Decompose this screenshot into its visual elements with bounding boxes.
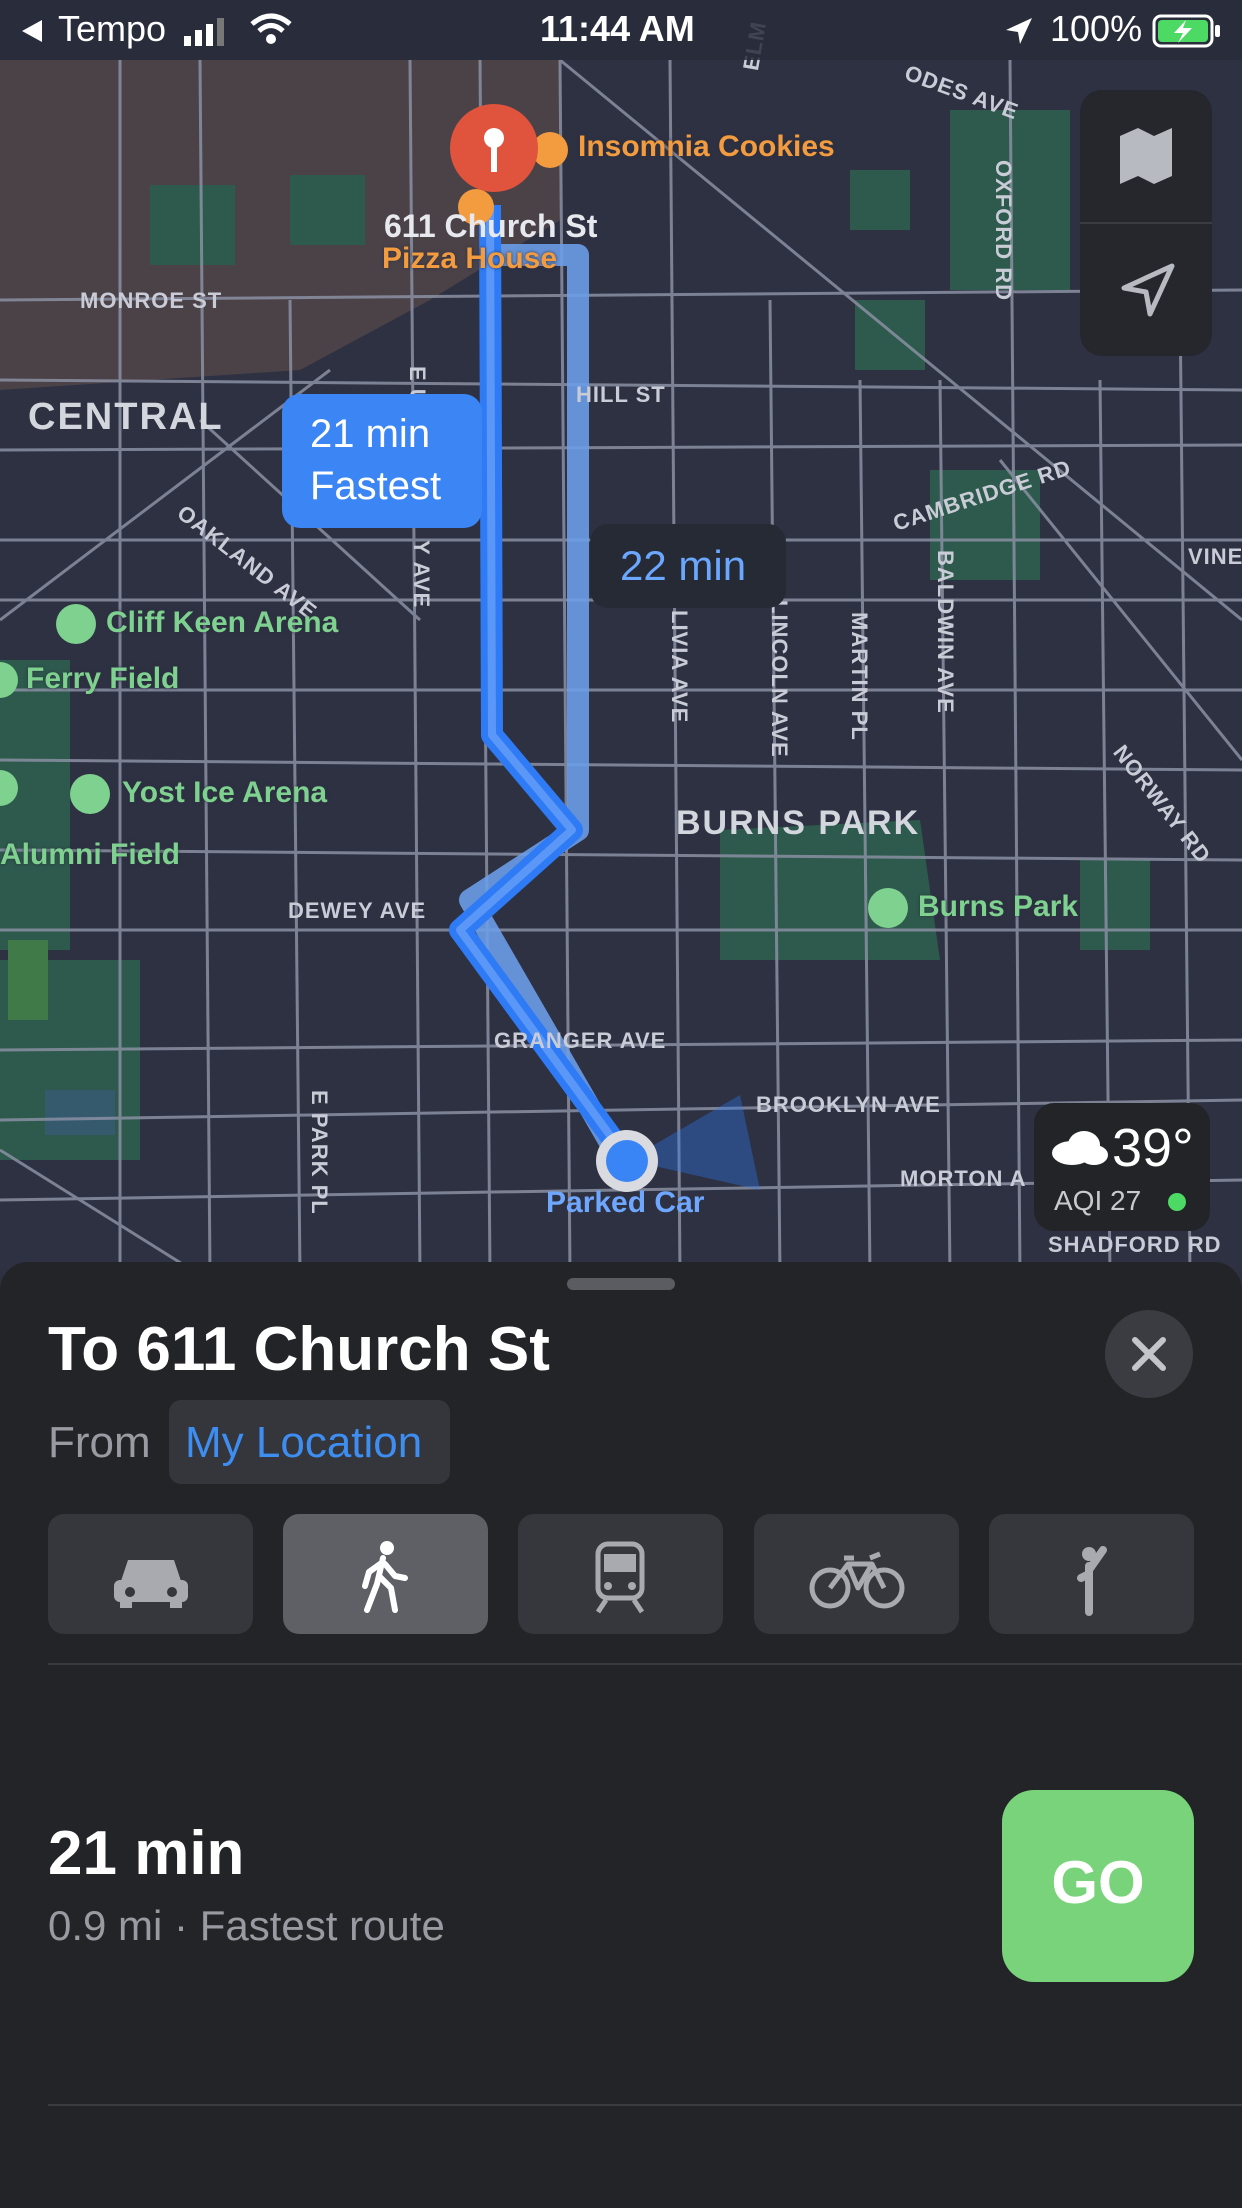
from-location-button[interactable]: My Location [169,1400,450,1484]
weather-temp: 39° [1112,1118,1194,1178]
mode-walk-button[interactable] [283,1514,488,1634]
divider [48,1663,1242,1665]
poi-insomnia-cookies[interactable]: Insomnia Cookies [578,130,835,164]
map-icon [1120,128,1172,184]
rideshare-icon [1077,1546,1107,1616]
street-granger: GRANGER AVE [494,1028,667,1053]
mode-drive-button[interactable] [48,1514,253,1634]
poi-cliff-keen-arena[interactable]: Cliff Keen Arena [106,606,338,640]
bike-icon [809,1551,905,1609]
wifi-icon [250,13,292,44]
location-services-icon [1006,18,1032,44]
fastest-route-time: 21 min [310,412,431,456]
divider [48,2104,1242,2106]
street-baldwin: BALDWIN AVE [933,550,958,714]
directions-title: To 611 Church St [48,1315,550,1384]
transit-icon [595,1541,645,1614]
street-dewey: DEWEY AVE [288,898,427,923]
district-burns-park: BURNS PARK [676,804,921,842]
weather-widget[interactable]: 39° AQI 27 [1034,1103,1210,1231]
mode-cycle-button[interactable] [754,1514,959,1634]
map-type-button[interactable] [1080,90,1212,222]
street-oxford: OXFORD RD [991,160,1016,301]
destination-label: 611 Church St [384,208,598,244]
parked-car-label[interactable]: Parked Car [546,1186,704,1220]
cloud-icon [1052,1131,1108,1165]
sheet-grabber[interactable] [567,1278,675,1290]
destination-pin-icon[interactable] [448,102,540,194]
map-view[interactable]: Insomnia Cookies 611 Church St Pizza Hou… [0,0,1242,1277]
street-lincoln: LINCOLN AVE [767,600,792,758]
street-y-ave: Y AVE [409,540,434,609]
alt-route-callout[interactable]: 22 min [590,524,786,608]
fastest-route-callout[interactable]: 21 min Fastest [282,394,482,528]
street-vine: VINE [1188,544,1242,569]
clock: 11:44 AM [540,8,695,49]
from-label: From [48,1418,151,1467]
poi-alumni-field[interactable]: Alumni Field [0,838,180,872]
street-livia: LIVIA AVE [667,610,692,724]
district-central: CENTRAL [28,396,224,438]
close-button[interactable] [1105,1310,1193,1398]
street-martin: MARTIN PL [847,612,872,741]
signal-icon [184,18,224,46]
street-monroe: MONROE ST [80,288,223,313]
street-morton: MORTON A [900,1166,1027,1191]
route-duration: 21 min [48,1819,245,1888]
location-arrow-icon [1121,263,1175,317]
go-label: GO [1051,1849,1145,1916]
map-controls [1080,90,1212,356]
directions-sheet[interactable]: To 611 Church St From My Location 21 min… [0,1262,1242,2208]
back-arrow-icon[interactable] [20,18,44,44]
street-hill: HILL ST [576,382,666,407]
track-location-button[interactable] [1080,224,1212,356]
aqi-label: AQI 27 [1054,1185,1142,1216]
walk-icon [362,1541,408,1613]
from-location-value: My Location [185,1418,423,1467]
poi-ferry-field[interactable]: Ferry Field [26,662,179,696]
car-icon [114,1560,188,1608]
current-location-dot-icon[interactable] [596,1130,658,1192]
fastest-route-label: Fastest [310,464,442,508]
street-epark: E PARK PL [307,1090,332,1215]
poi-burns-park[interactable]: Burns Park [918,890,1078,924]
close-icon [1132,1337,1166,1371]
mode-rideshare-button[interactable] [989,1514,1194,1634]
status-bar: Tempo 11:44 AM 100% [0,0,1242,60]
battery-charging-icon [1152,14,1220,48]
go-button[interactable]: GO [1002,1790,1194,1982]
street-shadford: SHADFORD RD [1048,1232,1222,1257]
poi-pizza-house[interactable]: Pizza House [382,242,557,276]
battery-percent: 100% [1050,8,1143,49]
poi-yost-ice-arena[interactable]: Yost Ice Arena [122,776,327,810]
street-brooklyn: BROOKLYN AVE [756,1092,941,1117]
back-app-label[interactable]: Tempo [58,8,166,50]
mode-transit-button[interactable] [518,1514,723,1634]
route-details: 0.9 mi · Fastest route [48,1902,445,1949]
alt-route-time: 22 min [620,542,747,589]
aqi-status-dot [1168,1193,1186,1211]
